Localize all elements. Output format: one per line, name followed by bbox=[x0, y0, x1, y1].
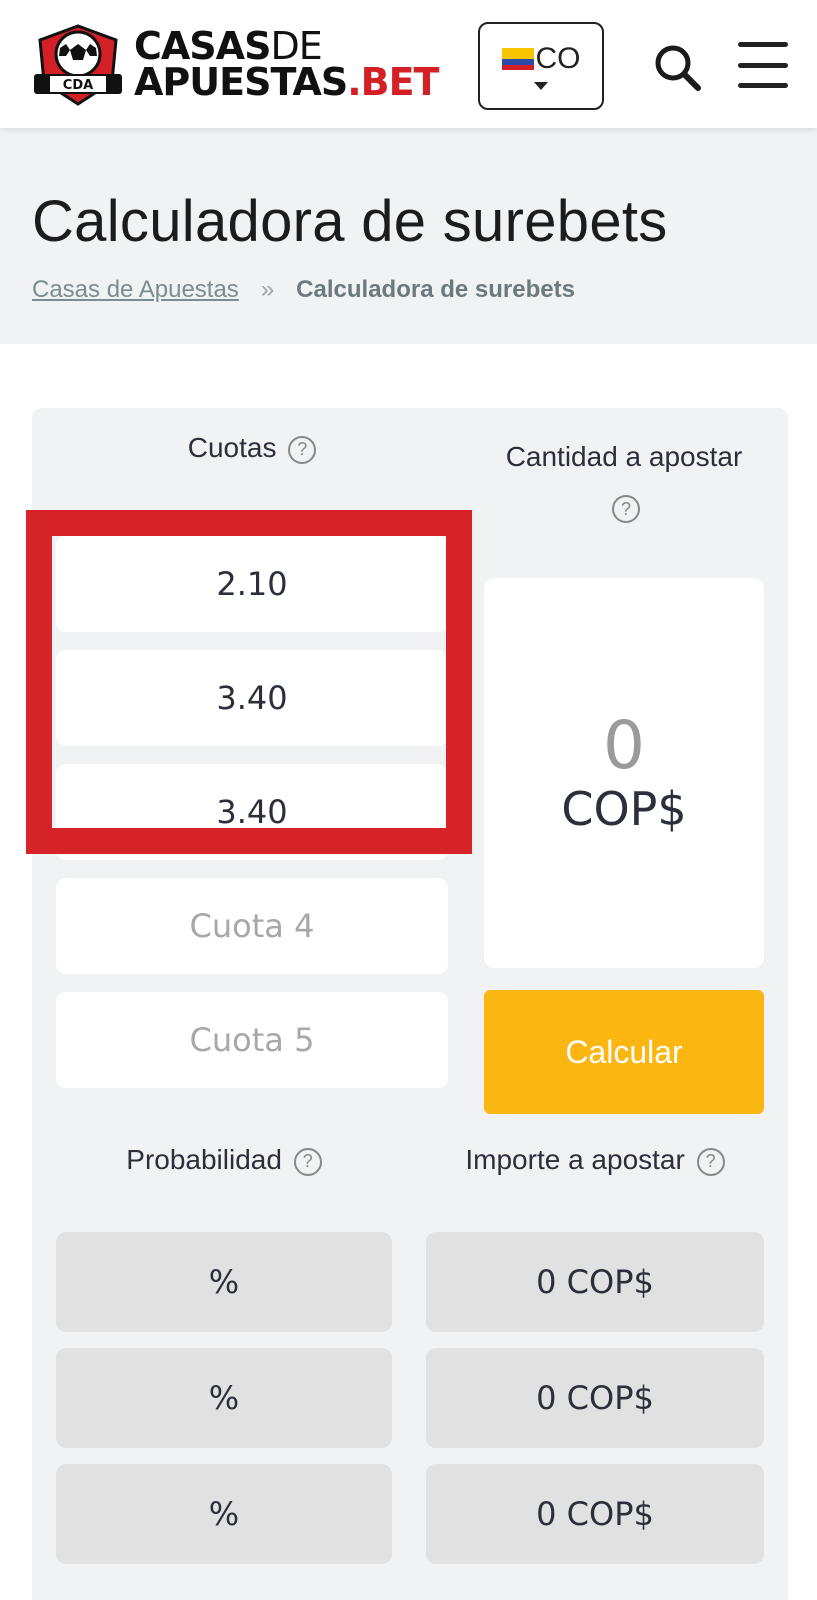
chevron-down-icon bbox=[534, 82, 548, 90]
help-icon[interactable]: ? bbox=[293, 1147, 322, 1176]
probability-header-label: Probabilidad bbox=[126, 1144, 282, 1175]
logo-badge-text: CDA bbox=[63, 78, 93, 93]
odds-input-5[interactable] bbox=[56, 992, 448, 1088]
amount-cell-2: 0 COP$ bbox=[426, 1348, 764, 1448]
language-selector[interactable]: CO bbox=[478, 22, 604, 110]
odds-header-label: Cuotas bbox=[187, 432, 277, 463]
logo-word-apuestas: APUESTAS bbox=[134, 60, 348, 104]
breadcrumb: Casas de Apuestas » Calculadora de sureb… bbox=[32, 276, 575, 304]
colombia-flag-icon bbox=[501, 48, 534, 70]
hamburger-menu-icon[interactable] bbox=[738, 42, 788, 88]
logo-wordmark: CASASDE APUESTAS.BET bbox=[134, 27, 439, 101]
site-header: CDA CASASDE APUESTAS.BET CO bbox=[0, 0, 817, 128]
odds-input-3[interactable] bbox=[56, 764, 448, 860]
odds-input-2[interactable] bbox=[56, 650, 448, 746]
probability-cell-2: % bbox=[56, 1348, 392, 1448]
help-icon[interactable]: ? bbox=[288, 435, 317, 464]
site-logo[interactable]: CDA CASASDE APUESTAS.BET bbox=[30, 20, 439, 108]
stake-header-label: Cantidad a apostar bbox=[505, 441, 743, 472]
stake-header: Cantidad a apostar ? bbox=[464, 432, 784, 532]
surebet-calculator: Cuotas ? Cantidad a apostar ? 0 COP$ Cal… bbox=[26, 408, 788, 1600]
amount-cell-3: 0 COP$ bbox=[426, 1464, 764, 1564]
probability-header: Probabilidad ? bbox=[56, 1144, 392, 1176]
probability-cell-3: % bbox=[56, 1464, 392, 1564]
help-icon[interactable]: ? bbox=[612, 494, 640, 523]
odds-header: Cuotas ? bbox=[56, 432, 448, 464]
search-button[interactable] bbox=[650, 40, 706, 96]
amount-cell-1: 0 COP$ bbox=[426, 1232, 764, 1332]
breadcrumb-current: Calculadora de surebets bbox=[296, 276, 575, 303]
title-band: Calculadora de surebets Casas de Apuesta… bbox=[0, 128, 817, 344]
logo-badge-icon: CDA bbox=[30, 20, 126, 108]
stake-input[interactable]: 0 COP$ bbox=[484, 578, 764, 968]
amount-header-label: Importe a apostar bbox=[465, 1144, 685, 1175]
probability-cell-1: % bbox=[56, 1232, 392, 1332]
page-title: Calculadora de surebets bbox=[32, 189, 668, 254]
amount-header: Importe a apostar ? bbox=[426, 1144, 764, 1176]
stake-value: 0 bbox=[603, 706, 645, 784]
breadcrumb-home-link[interactable]: Casas de Apuestas bbox=[32, 276, 239, 304]
help-icon[interactable]: ? bbox=[696, 1147, 725, 1176]
odds-input-4[interactable] bbox=[56, 878, 448, 974]
logo-word-bet: .BET bbox=[347, 60, 439, 104]
calculate-button[interactable]: Calcular bbox=[484, 990, 764, 1114]
breadcrumb-separator: » bbox=[260, 276, 275, 303]
odds-input-1[interactable] bbox=[56, 536, 448, 632]
stake-currency: COP$ bbox=[561, 782, 687, 837]
search-icon bbox=[655, 45, 701, 91]
language-code: CO bbox=[535, 42, 581, 75]
